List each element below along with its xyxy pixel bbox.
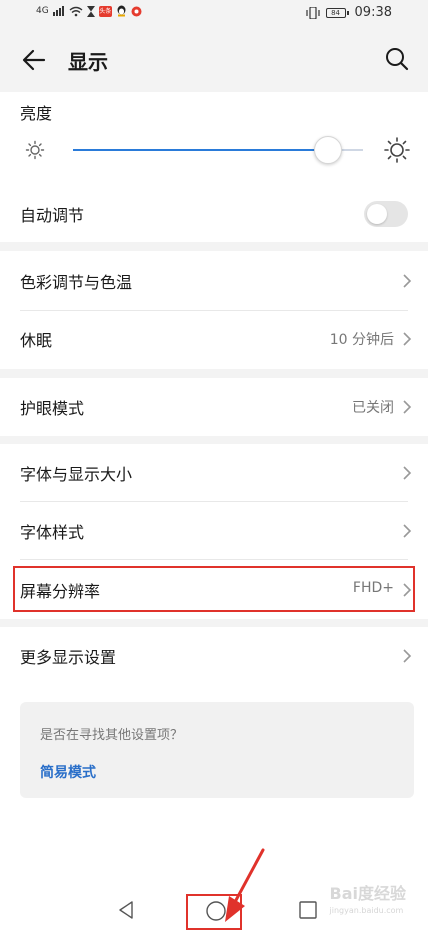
brightness-low-icon (25, 140, 45, 160)
brightness-slider-fill (73, 149, 329, 151)
status-bar: 4G 头条 84 09:38 (0, 0, 428, 28)
chevron-right-icon (403, 400, 412, 414)
battery-icon: 84 (325, 7, 349, 18)
highlight-box (13, 566, 415, 612)
battery-level: 84 (325, 7, 346, 18)
nav-recent-icon[interactable] (298, 900, 318, 920)
simple-mode-link[interactable]: 简易模式 (40, 762, 96, 782)
signal-icon (52, 6, 65, 16)
toutiao-app-icon: 头条 (98, 5, 112, 17)
eye-comfort-label: 护眼模式 (20, 399, 85, 418)
watermark-brand: Bai度经验 (329, 884, 406, 903)
brightness-slider-thumb[interactable] (314, 136, 343, 164)
chevron-right-icon (403, 274, 412, 288)
chevron-right-icon (403, 524, 412, 538)
auto-brightness-toggle[interactable] (364, 201, 408, 227)
wifi-icon (69, 6, 83, 16)
font-style-row[interactable]: 字体样式 (0, 501, 428, 561)
clock: 09:38 (354, 5, 392, 20)
font-size-row[interactable]: 字体与显示大小 (0, 443, 428, 503)
sleep-row[interactable]: 休眠 10 分钟后 (0, 309, 428, 369)
red-arrow-icon (225, 848, 265, 922)
vibrate-icon (305, 6, 320, 19)
sleep-label: 休眠 (20, 331, 53, 350)
eye-comfort-row[interactable]: 护眼模式 已关闭 (0, 377, 428, 437)
chevron-right-icon (403, 332, 412, 346)
search-icon[interactable] (384, 46, 410, 72)
status-left: 4G 头条 (36, 5, 142, 17)
suggestion-question: 是否在寻找其他设置项？ (40, 728, 184, 743)
page-title: 显示 (68, 50, 108, 74)
font-style-label: 字体样式 (20, 523, 85, 542)
more-display-settings-row[interactable]: 更多显示设置 (0, 626, 428, 686)
more-display-settings-label: 更多显示设置 (20, 648, 117, 667)
color-temperature-label: 色彩调节与色温 (20, 273, 133, 292)
suggestion-box: 是否在寻找其他设置项？ 简易模式 (20, 702, 414, 798)
status-right: 84 09:38 (305, 5, 392, 20)
nav-back-icon[interactable] (116, 900, 136, 920)
app-bar: 显示 (0, 28, 428, 92)
watermark-url: jingyan.baidu.com (329, 906, 404, 915)
brightness-title: 亮度 (20, 104, 53, 123)
baidu-jingyan-watermark: Bai度经验 jingyan.baidu.com (330, 880, 406, 915)
auto-brightness-label: 自动调节 (20, 206, 85, 225)
font-size-label: 字体与显示大小 (20, 465, 133, 484)
qq-icon (117, 5, 126, 17)
sleep-value: 10 分钟后 (329, 332, 394, 348)
brightness-high-icon (384, 137, 410, 163)
chevron-right-icon (403, 649, 412, 663)
toggle-knob (367, 204, 387, 224)
color-temperature-row[interactable]: 色彩调节与色温 (0, 251, 428, 311)
arrow-left-icon[interactable] (20, 46, 48, 74)
notification-icon (131, 6, 142, 16)
chevron-right-icon (403, 466, 412, 480)
eye-comfort-value: 已关闭 (352, 400, 394, 416)
network-type: 4G (36, 6, 49, 16)
hourglass-icon (86, 5, 95, 17)
